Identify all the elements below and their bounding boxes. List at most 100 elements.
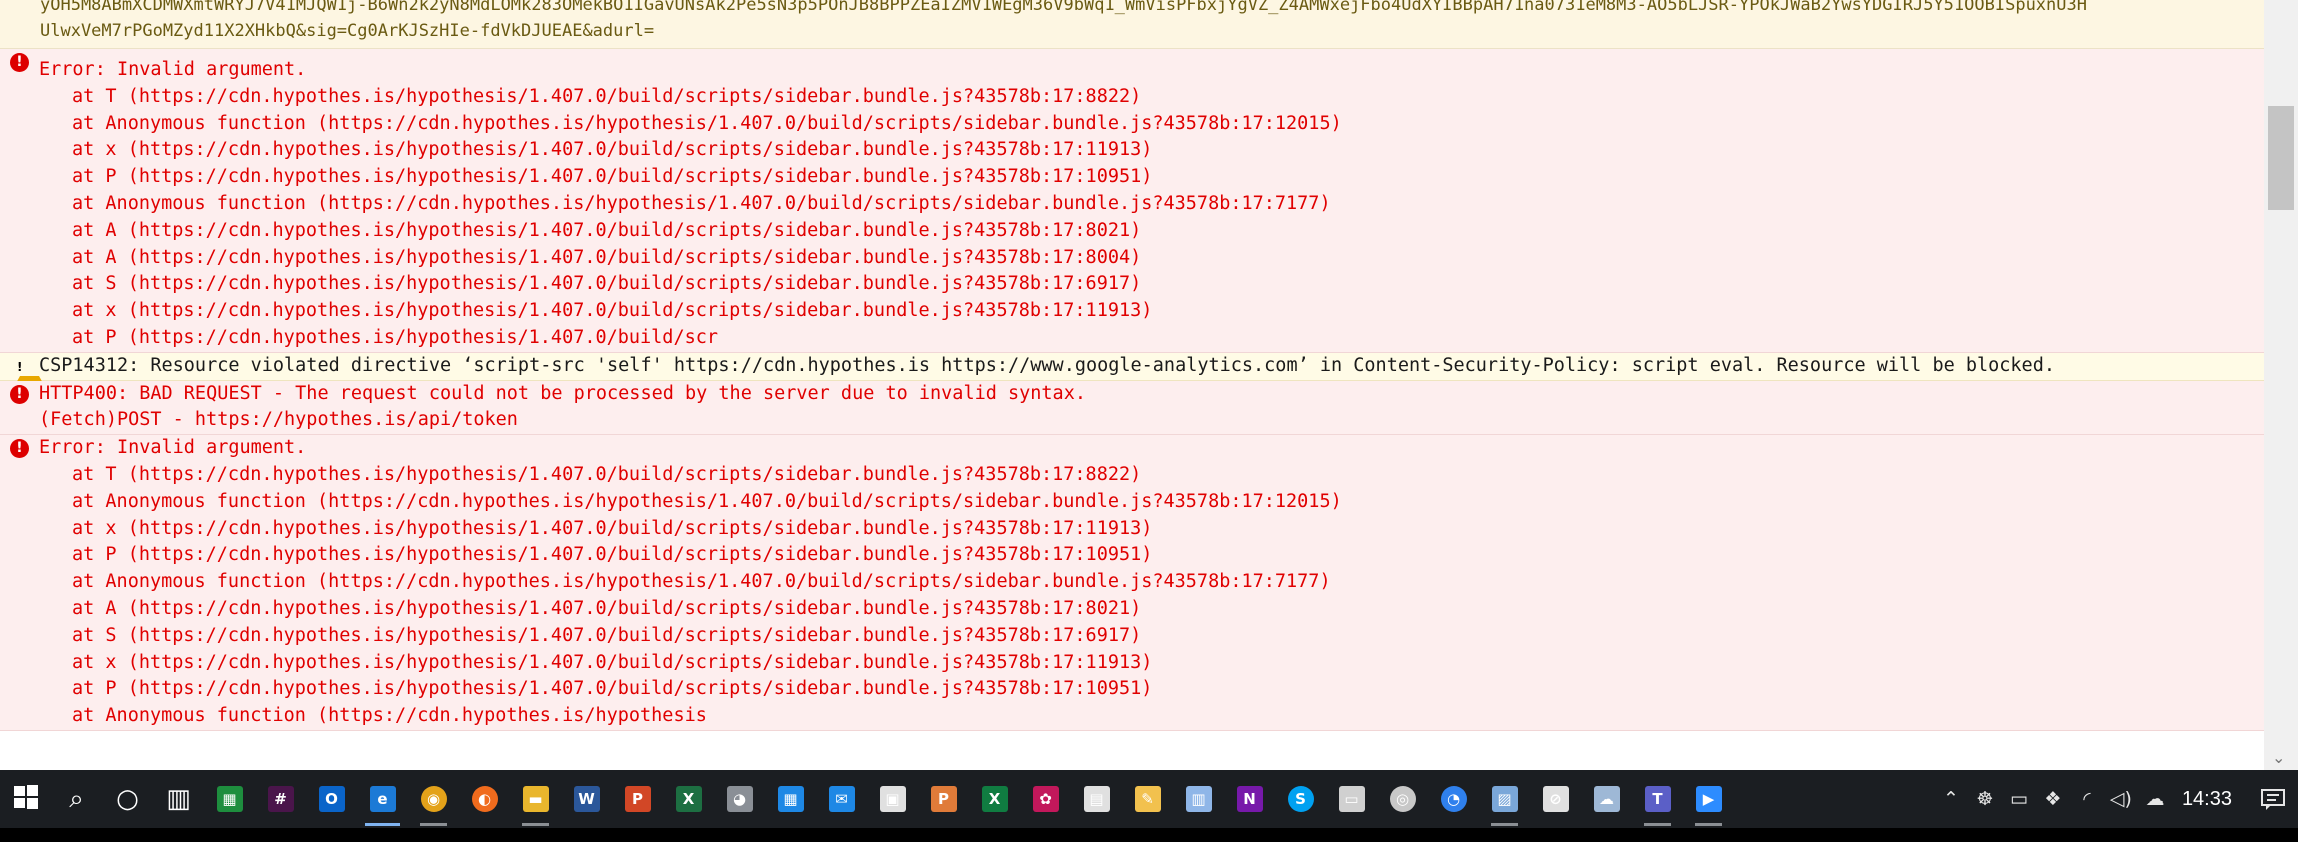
stack-trace-line: at P (https://cdn.hypothes.is/hypothesis…: [72, 166, 1153, 188]
app-outlook[interactable]: O: [306, 770, 357, 828]
dropbox-icon[interactable]: ❖: [2036, 770, 2070, 828]
app-store[interactable]: ▣: [867, 770, 918, 828]
app-slack[interactable]: #: [255, 770, 306, 828]
warning-log-entry[interactable]: CSP14312: Resource violated directive ‘s…: [0, 352, 2264, 394]
scroll-down-arrow-icon[interactable]: ⌄: [2272, 748, 2285, 767]
app-firefox[interactable]: ◐: [459, 770, 510, 828]
search-button[interactable]: ⌕: [51, 770, 102, 828]
stack-trace-line: at x (https://cdn.hypothes.is/hypothesis…: [72, 651, 1153, 673]
app-photos[interactable]: ▨: [1479, 770, 1530, 828]
log-message: CSP14312: Resource violated directive ‘s…: [39, 354, 2055, 376]
app-excel-2[interactable]: X: [969, 770, 1020, 828]
blocked-icon: ⊘: [1542, 786, 1569, 812]
app-mail[interactable]: ✉: [816, 770, 867, 828]
chevron-up-icon[interactable]: ⌃: [1934, 770, 1968, 828]
start-button[interactable]: [0, 770, 51, 828]
taskbar-apps: ⌕ ○ ▥ ▦ # Oe ◉ ◐ ▬ W P X ◕ ▦ ✉ ▣ P X ✿ ▤ ✎ ▥ N S ▭ ◎ ◔ ▨ ⊘ ☁ T ▶: [0, 770, 1734, 828]
stack-trace-line: at A (https://cdn.hypothes.is/hypothesis…: [72, 597, 1142, 619]
app-powerpoint[interactable]: P: [612, 770, 663, 828]
app-notes[interactable]: ▥: [1173, 770, 1224, 828]
ghost-icon: ◕: [726, 786, 753, 812]
app-spreadsheet[interactable]: ▦: [204, 770, 255, 828]
clock[interactable]: 14:33: [2172, 788, 2248, 811]
calculator-icon: ▤: [1083, 786, 1110, 812]
powerpoint-icon: P: [624, 786, 651, 812]
app-skype[interactable]: S: [1275, 770, 1326, 828]
log-message: (Fetch)POST - https://hypothes.is/api/to…: [39, 409, 518, 431]
spreadsheet-icon: ▦: [216, 786, 243, 812]
teams-icon: T: [1644, 786, 1671, 812]
mail-icon: ✉: [828, 786, 855, 812]
stack-trace-line: at x (https://cdn.hypothes.is/hypothesis…: [72, 139, 1153, 161]
excel-icon: X: [981, 786, 1008, 812]
onenote-icon: N: [1236, 786, 1263, 812]
remote-desktop-icon: ▭: [1338, 786, 1365, 812]
error-icon: !: [10, 53, 29, 72]
cortana-ring-icon: ○: [116, 784, 139, 814]
app-cloud-sync[interactable]: ☁: [1581, 770, 1632, 828]
excel-icon: X: [675, 786, 702, 812]
app-edge[interactable]: e: [357, 770, 408, 828]
app-notepad[interactable]: ✎: [1122, 770, 1173, 828]
console-log-panel: yOH5M8ABmXCDMWXmtWRYJ7V41MJQW1j-B6Wn2k2y…: [0, 0, 2264, 770]
notes-icon: ▥: [1185, 786, 1212, 812]
windows-logo-icon: [13, 785, 38, 813]
system-tray: ⌃ ☸ ▭ ❖ ◜ ◁) ☁ 14:33: [1934, 770, 2298, 828]
onedrive-cloud-icon[interactable]: ☁: [2138, 770, 2172, 828]
app-teams[interactable]: T: [1632, 770, 1683, 828]
truncated-log-entry: yOH5M8ABmXCDMWXmtWRYJ7V41MJQW1j-B6Wn2k2y…: [0, 0, 2264, 49]
windows-taskbar: ⌕ ○ ▥ ▦ # Oe ◉ ◐ ▬ W P X ◕ ▦ ✉ ▣ P X ✿ ▤ ✎ ▥ N S ▭ ◎ ◔ ▨ ⊘ ☁ T ▶ ⌃ ☸ ▭ ❖ ◜ ◁…: [0, 770, 2298, 828]
app-zoom[interactable]: ▶: [1683, 770, 1734, 828]
stack-trace-line: at S (https://cdn.hypothes.is/hypothesis…: [72, 624, 1142, 646]
stack-trace-line: at x (https://cdn.hypothes.is/hypothesis…: [72, 300, 1153, 322]
app-excel[interactable]: X: [663, 770, 714, 828]
app-file-explorer[interactable]: ▬: [510, 770, 561, 828]
stack-trace-line: at P (https://cdn.hypothes.is/hypothesis…: [72, 544, 1153, 566]
scrollbar-thumb[interactable]: [2268, 106, 2294, 210]
tray-icons: ⌃ ☸ ▭ ❖ ◜ ◁) ☁: [1934, 770, 2172, 828]
app-media[interactable]: ◎: [1377, 770, 1428, 828]
stack-trace-line: at P (https://cdn.hypothes.is/hypothesis…: [72, 326, 719, 348]
app-paint[interactable]: ✿: [1020, 770, 1071, 828]
log-line: UlwxVeM7rPGoMZyd11X2XHkbQ&sig=Cg0ArKJSzH…: [40, 21, 655, 41]
vertical-scrollbar[interactable]: ⌄: [2264, 0, 2298, 770]
app-blocker[interactable]: ⊘: [1530, 770, 1581, 828]
gauge-icon: ◔: [1440, 786, 1467, 812]
cortana-button[interactable]: ○: [102, 770, 153, 828]
task-view-button[interactable]: ▥: [153, 770, 204, 828]
stack-trace-line: at P (https://cdn.hypothes.is/hypothesis…: [72, 678, 1153, 700]
chrome-icon: ◉: [420, 786, 447, 812]
stack-trace-line: at Anonymous function (https://cdn.hypot…: [72, 490, 1342, 512]
stack-trace-line: at Anonymous function (https://cdn.hypot…: [72, 705, 707, 727]
battery-icon[interactable]: ▭: [2002, 770, 2036, 828]
notification-icon[interactable]: [2248, 770, 2298, 828]
error-log-entry[interactable]: ! Error: Invalid argument. at T (https://c…: [0, 49, 2264, 353]
app-remote-desktop[interactable]: ▭: [1326, 770, 1377, 828]
app-word[interactable]: W: [561, 770, 612, 828]
search-icon: ⌕: [69, 783, 84, 814]
volume-icon[interactable]: ◁): [2104, 770, 2138, 828]
publisher-icon: P: [930, 786, 957, 812]
calendar-icon: ▦: [777, 786, 804, 812]
zoom-icon: ▶: [1695, 786, 1722, 812]
cloud-icon: ☁: [1593, 786, 1620, 812]
stack-trace-line: at Anonymous function (https://cdn.hypot…: [72, 112, 1342, 134]
slack-icon: #: [267, 786, 294, 812]
app-calculator[interactable]: ▤: [1071, 770, 1122, 828]
people-icon[interactable]: ☸: [1968, 770, 2002, 828]
folder-icon: ▬: [522, 786, 549, 812]
log-message: Error: Invalid argument.: [39, 437, 307, 459]
stack-trace-line: at A (https://cdn.hypothes.is/hypothesis…: [72, 246, 1142, 268]
stack-trace-line: at A (https://cdn.hypothes.is/hypothesis…: [72, 219, 1142, 241]
app-chrome[interactable]: ◉: [408, 770, 459, 828]
stack-trace-line: at T (https://cdn.hypothes.is/hypothesis…: [72, 463, 1142, 485]
app-ghost[interactable]: ◕: [714, 770, 765, 828]
app-publisher[interactable]: P: [918, 770, 969, 828]
wifi-icon[interactable]: ◜: [2070, 770, 2104, 828]
paint-icon: ✿: [1032, 786, 1059, 812]
error-log-entry[interactable]: ! HTTP400: BAD REQUEST - The request coul…: [0, 380, 2264, 436]
app-gauge[interactable]: ◔: [1428, 770, 1479, 828]
app-calendar[interactable]: ▦: [765, 770, 816, 828]
app-onenote[interactable]: N: [1224, 770, 1275, 828]
error-log-entry[interactable]: ! Error: Invalid argument. at T (https://c…: [0, 435, 2264, 731]
